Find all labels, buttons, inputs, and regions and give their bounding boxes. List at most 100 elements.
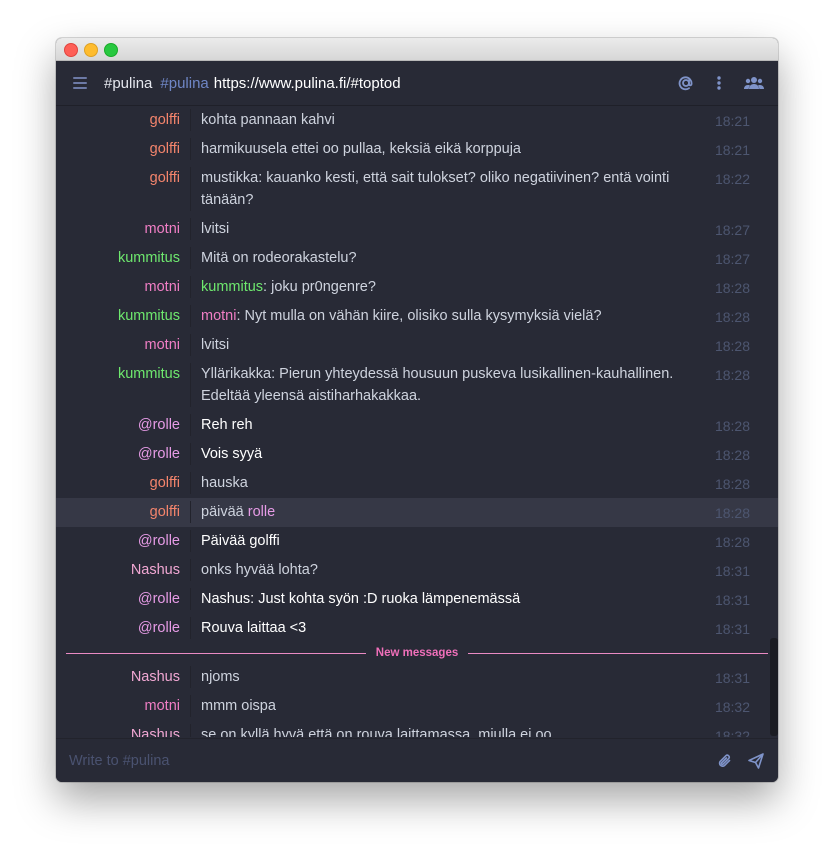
message-nick[interactable]: golffi <box>56 138 190 160</box>
message-text: Rouva laittaa <3 <box>201 617 697 639</box>
message-timestamp: 18:27 <box>714 251 750 267</box>
minimize-window-button[interactable] <box>84 43 98 57</box>
more-vertical-icon[interactable] <box>716 75 722 91</box>
paperclip-icon[interactable] <box>718 753 732 769</box>
message-row[interactable]: kummitus Yllärikakka: Pierun yhteydessä h… <box>56 360 778 411</box>
message-mention[interactable]: motni <box>201 308 236 324</box>
message-row[interactable]: golffi päivää rolle 18:28 <box>56 498 778 527</box>
message-row[interactable]: golffi hauska 18:28 <box>56 469 778 498</box>
message-list[interactable]: golffi kohta pannaan kahvi 18:21 golffi harm… <box>56 106 778 737</box>
message-timestamp: 18:28 <box>714 447 750 463</box>
message-timestamp: 18:22 <box>714 171 750 187</box>
message-text: harmikuusela ettei oo pullaa, keksiä eik… <box>201 138 697 160</box>
message-timestamp: 18:28 <box>714 505 750 521</box>
message-row[interactable]: @rolle Reh reh 18:28 <box>56 411 778 440</box>
nick-separator <box>190 559 191 581</box>
message-timestamp: 18:28 <box>714 309 750 325</box>
message-body: se on kyllä hyvä että on rouva laittamas… <box>201 727 564 737</box>
message-body: Mitä on rodeorakastelu? <box>201 250 357 266</box>
message-text: mustikka: kauanko kesti, että sait tulok… <box>201 167 697 211</box>
title-bar <box>56 38 778 61</box>
message-body: päivää <box>201 504 248 520</box>
message-text: mmm oispa <box>201 695 697 717</box>
nick-separator <box>190 305 191 327</box>
message-row[interactable]: Nashus njoms 18:31 <box>56 663 778 692</box>
message-body: njoms <box>201 669 240 685</box>
message-nick[interactable]: @rolle <box>56 414 190 436</box>
message-row[interactable]: motni lvitsi 18:27 <box>56 215 778 244</box>
menu-icon[interactable] <box>73 76 91 90</box>
message-row[interactable]: kummitus Mitä on rodeorakastelu? 18:27 <box>56 244 778 273</box>
message-nick[interactable]: @rolle <box>56 443 190 465</box>
nick-separator <box>190 695 191 717</box>
message-body: Rouva laittaa <3 <box>201 620 307 636</box>
message-row[interactable]: motni kummitus: joku pr0ngenre? 18:28 <box>56 273 778 302</box>
message-text: Nashus: Just kohta syön :D ruoka lämpene… <box>201 588 697 610</box>
message-timestamp: 18:28 <box>714 280 750 296</box>
message-row[interactable]: golffi mustikka: kauanko kesti, että sait… <box>56 164 778 215</box>
message-nick[interactable]: Nashus <box>56 666 190 688</box>
message-text: motni: Nyt mulla on vähän kiire, olisiko… <box>201 305 697 327</box>
message-row[interactable]: kummitus motni: Nyt mulla on vähän kiire,… <box>56 302 778 331</box>
message-row[interactable]: Nashus onks hyvää lohta? 18:31 <box>56 556 778 585</box>
channel-header: #pulina #pulina https://www.pulina.fi/#t… <box>56 61 778 106</box>
message-nick[interactable]: motni <box>56 695 190 717</box>
nick-separator <box>190 666 191 688</box>
message-timestamp: 18:31 <box>714 563 750 579</box>
message-nick[interactable]: motni <box>56 276 190 298</box>
message-row[interactable]: golffi kohta pannaan kahvi 18:21 <box>56 106 778 135</box>
message-text: Reh reh <box>201 414 697 436</box>
message-row[interactable]: golffi harmikuusela ettei oo pullaa, keks… <box>56 135 778 164</box>
message-text: Päivää golffi <box>201 530 697 552</box>
at-icon[interactable] <box>678 75 694 91</box>
message-row[interactable]: @rolle Vois syyä 18:28 <box>56 440 778 469</box>
message-row[interactable]: motni lvitsi 18:28 <box>56 331 778 360</box>
nick-separator <box>190 167 191 211</box>
new-messages-divider: New messages <box>66 643 768 663</box>
message-nick[interactable]: Nashus <box>56 724 190 737</box>
message-row[interactable]: @rolle Nashus: Just kohta syön :D ruoka l… <box>56 585 778 614</box>
message-nick[interactable]: golffi <box>56 472 190 494</box>
message-row[interactable]: @rolle Rouva laittaa <3 18:31 <box>56 614 778 643</box>
zoom-window-button[interactable] <box>104 43 118 57</box>
message-mention[interactable]: rolle <box>248 504 275 520</box>
close-window-button[interactable] <box>64 43 78 57</box>
message-nick[interactable]: @rolle <box>56 588 190 610</box>
new-messages-label: New messages <box>365 647 469 659</box>
message-mention[interactable]: kummitus <box>201 279 263 295</box>
nick-separator <box>190 724 191 737</box>
channel-topic[interactable]: https://www.pulina.fi/#toptod <box>214 75 401 92</box>
message-timestamp: 18:28 <box>714 338 750 354</box>
message-text: Vois syyä <box>201 443 697 465</box>
message-nick[interactable]: Nashus <box>56 559 190 581</box>
message-nick[interactable]: motni <box>56 334 190 356</box>
message-body: mustikka: kauanko kesti, että sait tulok… <box>201 170 670 208</box>
message-nick[interactable]: motni <box>56 218 190 240</box>
message-body: Yllärikakka: Pierun yhteydessä housuun p… <box>201 366 674 404</box>
message-row[interactable]: @rolle Päivää golffi 18:28 <box>56 527 778 556</box>
message-nick[interactable]: kummitus <box>56 247 190 269</box>
message-row[interactable]: Nashus se on kyllä hyvä että on rouva lai… <box>56 721 778 737</box>
message-nick[interactable]: golffi <box>56 501 190 523</box>
scrollbar[interactable] <box>770 638 778 736</box>
message-nick[interactable]: @rolle <box>56 530 190 552</box>
message-row[interactable]: motni mmm oispa 18:32 <box>56 692 778 721</box>
channel-link[interactable]: #pulina <box>160 75 208 92</box>
send-icon[interactable] <box>748 752 764 769</box>
message-timestamp: 18:21 <box>714 142 750 158</box>
users-icon[interactable] <box>744 76 764 90</box>
message-nick[interactable]: golffi <box>56 167 190 211</box>
nick-separator <box>190 276 191 298</box>
message-nick[interactable]: @rolle <box>56 617 190 639</box>
message-text: Mitä on rodeorakastelu? <box>201 247 697 269</box>
message-text: se on kyllä hyvä että on rouva laittamas… <box>201 724 697 737</box>
message-nick[interactable]: golffi <box>56 109 190 131</box>
message-nick[interactable]: kummitus <box>56 305 190 327</box>
message-body: : joku pr0ngenre? <box>263 279 376 295</box>
message-input[interactable] <box>67 751 671 770</box>
message-body: hauska <box>201 475 248 491</box>
message-body: lvitsi <box>201 337 230 353</box>
nick-separator <box>190 617 191 639</box>
message-nick[interactable]: kummitus <box>56 363 190 407</box>
nick-separator <box>190 501 191 523</box>
